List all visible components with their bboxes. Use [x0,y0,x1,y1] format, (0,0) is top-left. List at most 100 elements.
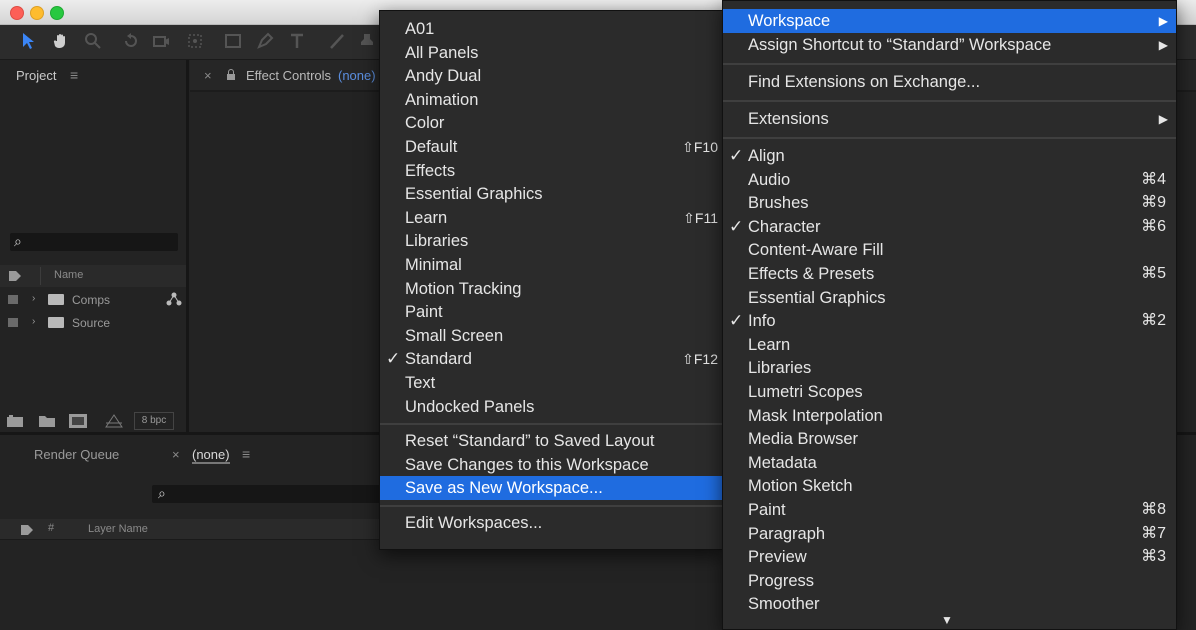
panel-menu-item[interactable]: Learn [723,333,1176,357]
panel-menu-item-label: Learn [748,335,791,354]
find-extensions-item[interactable]: Find Extensions on Exchange... [723,70,1176,94]
timeline-comp-tab[interactable]: (none) [192,447,230,464]
timeline-search-input[interactable]: ⌕ [152,485,382,503]
workspace-menu-item[interactable]: Default ⇧F10 [380,135,722,159]
rectangle-tool-icon[interactable] [222,30,244,52]
name-column-header[interactable]: Name [54,269,83,281]
project-panel-title[interactable]: Project [16,68,56,83]
workspace-menu-item-label: Color [405,114,445,133]
lock-icon[interactable] [226,68,236,86]
close-window-button[interactable] [10,6,24,20]
panel-menu-icon[interactable]: ≡ [70,67,78,83]
project-search-input[interactable]: ⌕ [10,233,178,251]
project-item-row[interactable]: › Source [0,312,186,334]
panel-menu-icon[interactable]: ≡ [242,446,250,462]
window-menu-item[interactable]: Workspace ▶ [723,9,1176,33]
workspace-menu-item[interactable]: A01 [380,17,722,41]
effect-controls-layer-value[interactable]: (none) [338,68,376,83]
workspace-menu-item[interactable]: Effects [380,159,722,183]
minimize-window-button[interactable] [30,6,44,20]
panel-menu-item[interactable]: ✓ Align [723,144,1176,168]
zoom-tool-icon[interactable] [82,30,104,52]
panel-menu-item[interactable]: Preview ⌘3 [723,545,1176,569]
rotate-tool-icon[interactable] [120,30,142,52]
close-tab-icon[interactable]: × [172,447,180,462]
panel-menu-item-label: Libraries [748,359,812,378]
workspace-menu-item[interactable]: Text [380,371,722,395]
label-tag-icon[interactable] [8,269,22,287]
zoom-window-button[interactable] [50,6,64,20]
panel-menu-item[interactable]: Media Browser [723,427,1176,451]
panel-menu-item[interactable]: Progress [723,569,1176,593]
new-composition-icon[interactable] [68,413,88,434]
expand-chevron-icon[interactable]: › [32,316,35,327]
panel-menu-item[interactable]: Motion Sketch [723,474,1176,498]
pen-tool-icon[interactable] [254,30,276,52]
scroll-down-arrow-icon[interactable]: ▼ [941,613,953,627]
workspace-menu-item[interactable]: Paint [380,300,722,324]
flowchart-icon[interactable] [166,292,182,309]
panel-menu-item[interactable]: Metadata [723,451,1176,475]
extensions-label: Extensions [748,110,829,128]
panel-menu-item[interactable]: Effects & Presets ⌘5 [723,262,1176,286]
workspace-menu-item[interactable]: Undocked Panels [380,395,722,419]
workspace-action-item[interactable]: Save Changes to this Workspace [380,453,722,477]
close-tab-icon[interactable]: × [204,68,212,83]
panel-menu-item[interactable]: Essential Graphics [723,286,1176,310]
panel-menu-item[interactable]: Audio ⌘4 [723,168,1176,192]
panel-menu-item[interactable]: ✓ Character ⌘6 [723,215,1176,239]
workspace-menu-item[interactable]: Color [380,111,722,135]
panel-menu-item[interactable]: Lumetri Scopes [723,380,1176,404]
expand-chevron-icon[interactable]: › [32,293,35,304]
search-icon: ⌕ [158,485,166,501]
panel-menu-item[interactable]: Paragraph ⌘7 [723,522,1176,546]
workspace-menu-item[interactable]: All Panels [380,41,722,65]
effect-controls-tab-title[interactable]: Effect Controls [246,68,331,83]
workspace-menu-item[interactable]: Animation [380,88,722,112]
workspace-menu-item[interactable]: Minimal [380,253,722,277]
new-folder-icon[interactable] [38,414,56,433]
label-tag-icon[interactable] [20,523,34,541]
panel-menu-item[interactable]: ✓ Info ⌘2 [723,309,1176,333]
render-queue-tab[interactable]: Render Queue [34,447,119,462]
timeline-columns-header: # Layer Name [0,519,382,540]
workspace-menu-item[interactable]: Learn ⇧F11 [380,206,722,230]
workspace-menu-item[interactable]: Small Screen [380,324,722,348]
workspace-menu-item[interactable]: Essential Graphics [380,182,722,206]
pan-behind-icon[interactable] [184,30,206,52]
window-menu-item[interactable]: Assign Shortcut to “Standard” Workspace ▶ [723,33,1176,57]
submenu-arrow-icon: ▶ [1158,14,1168,28]
workspace-menu-item[interactable]: Andy Dual [380,64,722,88]
search-icon: ⌕ [14,233,22,249]
interpret-footage-icon[interactable] [6,414,24,433]
keyboard-shortcut: ⌘5 [1141,265,1166,282]
project-settings-icon[interactable] [104,413,124,434]
brush-tool-icon[interactable] [326,30,348,52]
type-tool-icon[interactable] [286,30,308,52]
selection-tool-icon[interactable] [18,30,40,52]
edit-workspaces-item[interactable]: Edit Workspaces... [380,511,722,535]
workspace-action-item[interactable]: Reset “Standard” to Saved Layout [380,429,722,453]
panel-menu-item[interactable]: Mask Interpolation [723,404,1176,428]
workspace-menu-item-label: Undocked Panels [405,397,535,416]
workspace-menu-item[interactable]: Libraries [380,229,722,253]
extensions-item[interactable]: Extensions ▶ [723,107,1176,131]
panel-menu-item-label: Metadata [748,453,817,472]
checkmark-icon: ✓ [386,349,401,369]
checkmark-icon: ✓ [729,311,744,331]
bit-depth-button[interactable]: 8 bpc [134,412,174,430]
layer-name-column[interactable]: Layer Name [88,523,148,535]
workspace-menu-item[interactable]: ✓ Standard ⇧F12 [380,347,722,371]
clone-stamp-icon[interactable] [356,30,378,52]
panel-menu-item[interactable]: Content-Aware Fill [723,238,1176,262]
panel-menu-item[interactable]: Brushes ⌘9 [723,191,1176,215]
project-item-label: Comps [72,293,111,307]
camera-tool-icon[interactable] [150,30,172,52]
panel-menu-item-label: Content-Aware Fill [748,241,884,260]
workspace-action-item[interactable]: Save as New Workspace... [380,476,722,501]
project-item-row[interactable]: › Comps [0,289,186,311]
hand-tool-icon[interactable] [50,30,72,52]
panel-menu-item[interactable]: Paint ⌘8 [723,498,1176,522]
workspace-menu-item[interactable]: Motion Tracking [380,277,722,301]
panel-menu-item[interactable]: Libraries [723,356,1176,380]
